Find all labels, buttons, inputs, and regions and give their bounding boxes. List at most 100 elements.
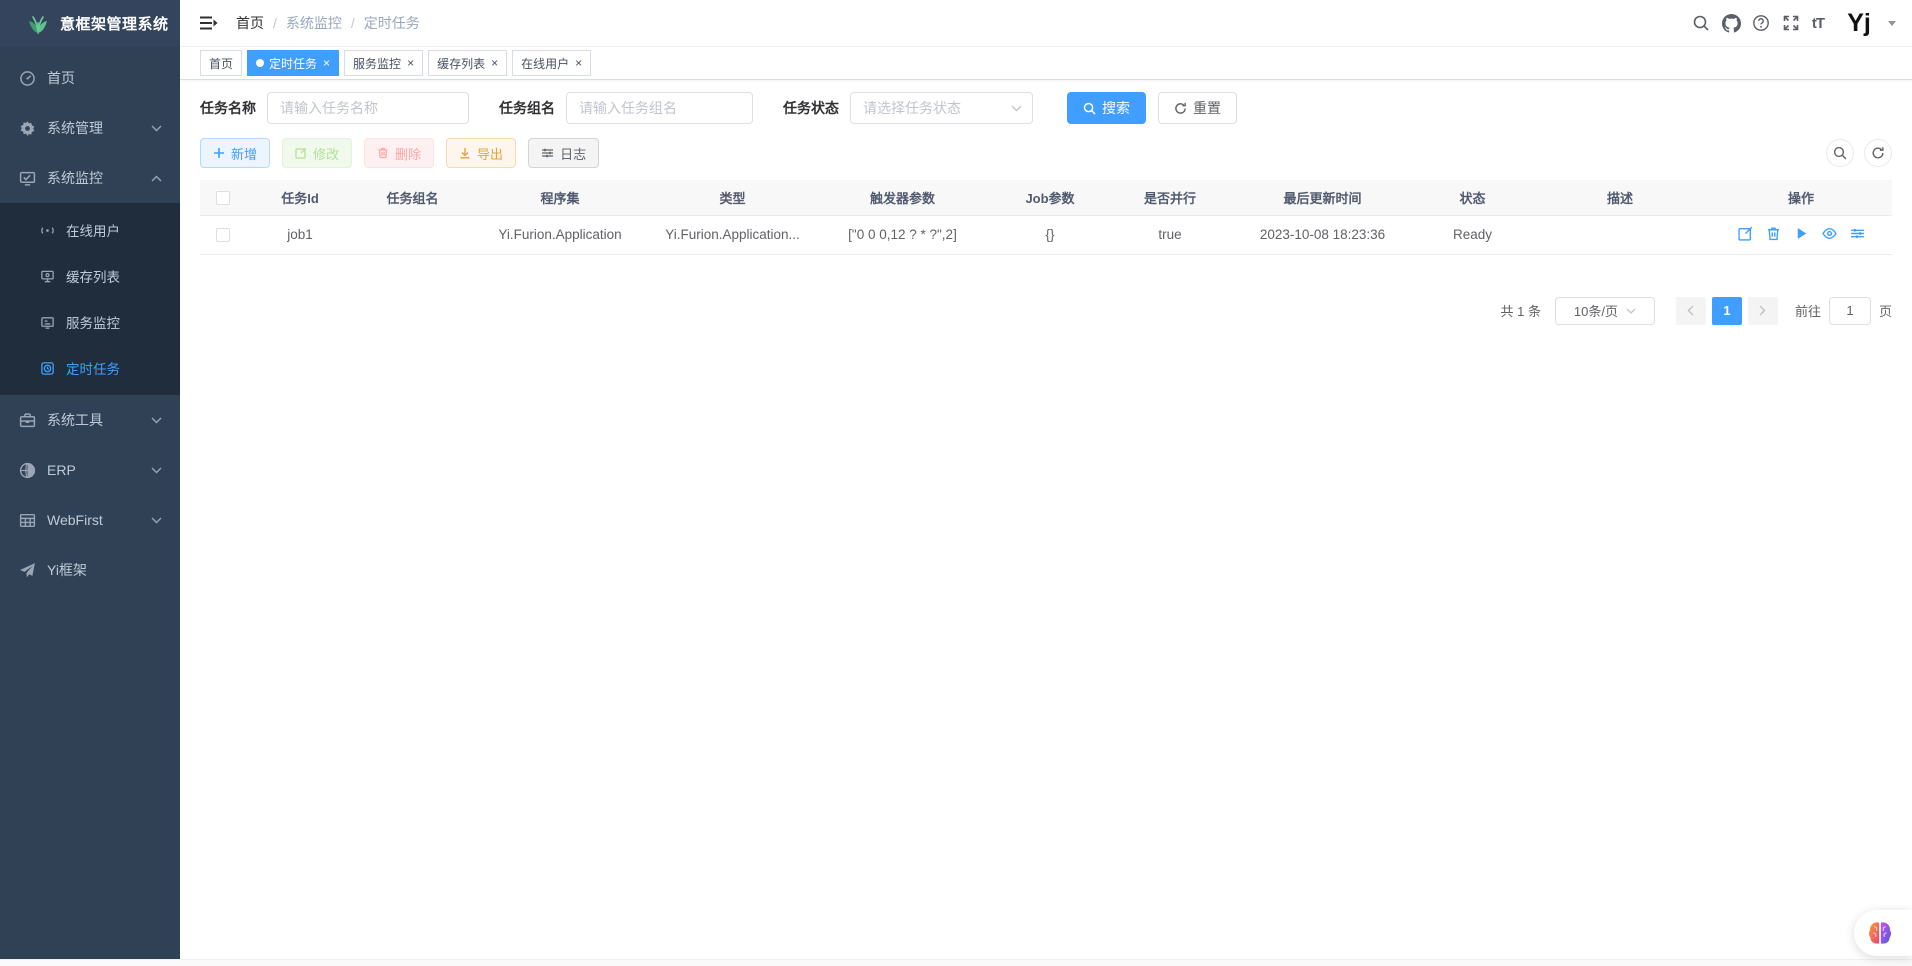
monitor-icon	[19, 170, 36, 187]
task-group-input[interactable]	[566, 92, 753, 124]
close-icon[interactable]: ×	[323, 57, 330, 69]
sidebar-item-webfirst[interactable]: WebFirst	[0, 495, 180, 545]
pagination: 共 1 条 10条/页 1 前往 页	[200, 297, 1892, 325]
sidebar-item-scheduled-tasks[interactable]: 定时任务	[0, 345, 180, 391]
sidebar-item-system-monitor[interactable]: 系统监控	[0, 153, 180, 203]
goto-page-input[interactable]	[1829, 297, 1871, 325]
chevron-left-icon	[1687, 305, 1694, 316]
font-size-icon[interactable]: tT	[1812, 15, 1824, 32]
refresh-table-icon[interactable]	[1864, 139, 1892, 167]
page-size-select[interactable]: 10条/页	[1555, 297, 1655, 325]
hide-search-icon[interactable]	[1826, 139, 1854, 167]
timer-icon	[40, 361, 55, 376]
leaf-logo-icon	[26, 13, 50, 35]
active-dot	[256, 59, 264, 67]
task-name-input[interactable]	[267, 92, 469, 124]
cell-type: Yi.Furion.Application...	[650, 215, 815, 254]
sidebar-item-service-monitor[interactable]: 服务监控	[0, 299, 180, 345]
cell-concurrent: true	[1110, 215, 1230, 254]
trash-icon	[377, 147, 389, 159]
search-button[interactable]: 搜索	[1067, 92, 1146, 124]
page-number-1[interactable]: 1	[1712, 297, 1742, 325]
globe-icon	[19, 462, 36, 479]
github-icon[interactable]	[1722, 14, 1741, 33]
delete-button[interactable]: 删除	[364, 138, 434, 168]
delete-icon[interactable]	[1766, 226, 1781, 241]
sidebar: 意框架管理系统 首页 系统管理 系统监控 在线用户 缓存列表	[0, 0, 180, 959]
export-button[interactable]: 导出	[446, 138, 516, 168]
add-button[interactable]: 新增	[200, 138, 270, 168]
edit-icon[interactable]	[1738, 226, 1753, 241]
chevron-up-icon	[151, 175, 162, 182]
tab-service-monitor[interactable]: 服务监控 ×	[344, 50, 423, 76]
cell-task-group	[355, 215, 470, 254]
sidebar-item-yi-framework[interactable]: Yi框架	[0, 545, 180, 595]
plus-icon	[213, 147, 225, 159]
avatar[interactable]: Yj	[1843, 7, 1875, 39]
chevron-down-icon	[1626, 308, 1636, 314]
sidebar-item-cache-list[interactable]: 缓存列表	[0, 253, 180, 299]
app-title: 意框架管理系统	[60, 13, 169, 34]
task-status-label: 任务状态	[783, 98, 839, 118]
tab-online-users[interactable]: 在线用户 ×	[512, 50, 591, 76]
fullscreen-icon[interactable]	[1782, 14, 1801, 33]
select-all-checkbox[interactable]	[216, 191, 230, 205]
right-toolbar	[1826, 139, 1892, 167]
avatar-dropdown-caret-icon[interactable]	[1888, 21, 1896, 26]
sidebar-item-erp[interactable]: ERP	[0, 445, 180, 495]
cache-icon	[40, 269, 55, 284]
breadcrumb-system-monitor[interactable]: 系统监控	[286, 13, 342, 33]
tags-view-bar: 首页 定时任务 × 服务监控 × 缓存列表 × 在线用户 ×	[180, 47, 1912, 80]
assistant-fab[interactable]	[1854, 910, 1912, 956]
row-checkbox[interactable]	[216, 228, 230, 242]
search-icon	[1083, 102, 1096, 115]
sidebar-item-system-tools[interactable]: 系统工具	[0, 395, 180, 445]
next-page-button[interactable]	[1748, 297, 1778, 325]
tab-label: 服务监控	[353, 55, 401, 72]
sidebar-fold-icon[interactable]	[198, 13, 218, 33]
log-list-icon	[541, 147, 554, 159]
close-icon[interactable]: ×	[575, 57, 582, 69]
filter-form: 任务名称 任务组名 任务状态 请选择任务状态 搜索 重置	[200, 92, 1892, 124]
close-icon[interactable]: ×	[491, 57, 498, 69]
tab-label: 首页	[209, 55, 233, 72]
close-icon[interactable]: ×	[407, 57, 414, 69]
breadcrumb-separator: /	[351, 15, 355, 31]
task-status-select[interactable]: 请选择任务状态	[850, 92, 1033, 124]
search-icon[interactable]	[1692, 14, 1711, 33]
help-icon[interactable]	[1752, 14, 1771, 33]
sidebar-item-system-management[interactable]: 系统管理	[0, 103, 180, 153]
log-icon[interactable]	[1850, 226, 1865, 241]
top-navbar: 首页 / 系统监控 / 定时任务 tT Yj	[180, 0, 1912, 47]
log-button[interactable]: 日志	[528, 138, 599, 168]
edit-button[interactable]: 修改	[282, 138, 352, 168]
breadcrumb-current: 定时任务	[364, 13, 420, 33]
gear-icon	[19, 120, 36, 137]
chevron-down-icon	[151, 125, 162, 132]
col-trigger-args: 触发器参数	[815, 180, 990, 215]
cell-status: Ready	[1415, 215, 1530, 254]
view-icon[interactable]	[1822, 226, 1837, 241]
breadcrumb-home[interactable]: 首页	[236, 13, 264, 33]
table-row[interactable]: job1 Yi.Furion.Application Yi.Furion.App…	[200, 215, 1892, 254]
tab-cache-list[interactable]: 缓存列表 ×	[428, 50, 507, 76]
reset-button[interactable]: 重置	[1158, 92, 1237, 124]
tab-home[interactable]: 首页	[200, 50, 242, 76]
tab-label: 在线用户	[521, 55, 569, 72]
app-logo[interactable]: 意框架管理系统	[0, 0, 180, 47]
sidebar-item-label: Yi框架	[47, 560, 87, 580]
log-button-label: 日志	[560, 144, 586, 163]
horizontal-scrollbar[interactable]	[0, 959, 1912, 966]
prev-page-button[interactable]	[1676, 297, 1706, 325]
goto-label: 前往	[1795, 301, 1821, 320]
sidebar-item-home[interactable]: 首页	[0, 53, 180, 103]
grid-icon	[19, 512, 36, 529]
table-header-row: 任务Id 任务组名 程序集 类型 触发器参数 Job参数 是否并行 最后更新时间…	[200, 180, 1892, 215]
sidebar-item-online-users[interactable]: 在线用户	[0, 207, 180, 253]
tab-scheduled-tasks[interactable]: 定时任务 ×	[247, 50, 339, 76]
run-icon[interactable]	[1794, 226, 1809, 241]
col-actions: 操作	[1710, 180, 1892, 215]
paper-plane-icon	[19, 562, 36, 579]
chevron-down-icon	[151, 517, 162, 524]
chevron-down-icon	[1011, 105, 1022, 112]
